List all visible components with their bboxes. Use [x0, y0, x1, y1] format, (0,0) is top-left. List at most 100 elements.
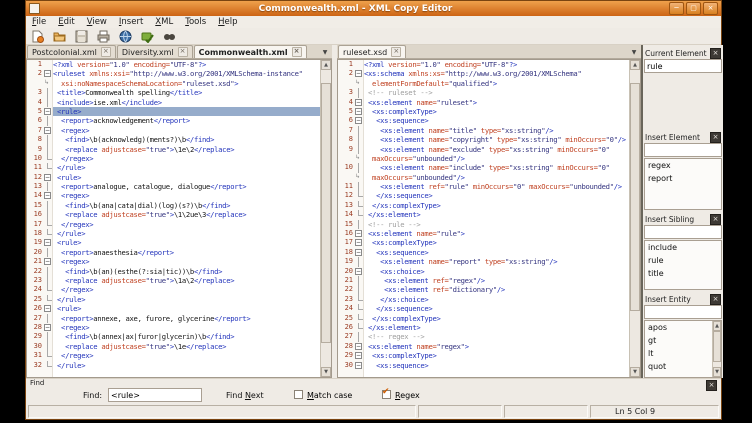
fold-toggle-icon[interactable]: − [44, 305, 51, 312]
list-item[interactable]: quot [645, 360, 721, 373]
code-text: </xs:choice> [364, 295, 640, 304]
list-item[interactable]: regex [645, 159, 721, 172]
code-token: /> [614, 182, 622, 191]
fold-toggle-icon[interactable]: − [355, 352, 362, 359]
fold-toggle-icon[interactable]: − [355, 343, 362, 350]
match-case-checkbox[interactable]: ✔ [294, 390, 303, 399]
fold-toggle-icon[interactable]: − [44, 192, 51, 199]
menu-xml[interactable]: XML [149, 17, 179, 27]
window-title: Commonwealth.xml - XML Copy Editor [44, 4, 667, 14]
fold-toggle-icon[interactable]: − [355, 99, 362, 106]
menu-edit[interactable]: Edit [52, 17, 80, 27]
tab-close-icon[interactable]: × [178, 47, 188, 57]
fold-toggle-icon[interactable]: − [44, 70, 51, 77]
fold-toggle-icon[interactable]: − [44, 258, 51, 265]
menu-view[interactable]: View [81, 17, 113, 27]
fold-toggle-icon[interactable]: − [355, 239, 362, 246]
vertical-scrollbar[interactable]: ▲▼ [629, 60, 640, 377]
fold-margin: ↳ [354, 154, 364, 163]
panel-close-icon[interactable]: × [710, 294, 721, 305]
menu-file[interactable]: File [26, 17, 52, 27]
regex-checkbox[interactable]: ✔ [382, 390, 391, 399]
title-bar[interactable]: Commonwealth.xml - XML Copy Editor ─ ▢ × [26, 1, 721, 16]
vertical-scrollbar[interactable]: ▲▼ [320, 60, 331, 377]
open-folder-button[interactable] [52, 29, 67, 43]
scroll-up-icon[interactable]: ▲ [321, 60, 331, 70]
fold-toggle-icon[interactable]: − [355, 108, 362, 115]
code-token: "qualified" [449, 79, 493, 88]
find-input[interactable] [108, 388, 202, 402]
right-editor[interactable]: 1<?xml version="1.0" encoding="UTF-8"?>2… [337, 59, 641, 378]
close-button[interactable]: × [703, 2, 718, 15]
fold-margin [43, 60, 53, 69]
code-token: <find> [53, 267, 89, 276]
maximize-button[interactable]: ▢ [686, 2, 701, 15]
fold-toggle-icon[interactable]: − [355, 117, 362, 124]
line-number: 22 [338, 285, 354, 294]
list-item[interactable]: report [645, 172, 721, 185]
tab-list-dropdown-icon[interactable]: ▼ [629, 49, 639, 56]
list-item[interactable]: lt [645, 347, 721, 360]
menu-insert[interactable]: Insert [113, 17, 149, 27]
insert-element-input[interactable] [644, 143, 722, 157]
scrollbar-thumb[interactable] [713, 331, 721, 362]
list-item[interactable]: apos [645, 321, 721, 334]
fold-toggle-icon[interactable]: − [44, 127, 51, 134]
globe-button[interactable] [118, 29, 133, 43]
binoculars-button[interactable] [162, 29, 177, 43]
list-item[interactable]: title [645, 267, 721, 280]
scrollbar-thumb[interactable] [630, 83, 640, 311]
minimize-button[interactable]: ─ [669, 2, 684, 15]
menu-tools[interactable]: Tools [179, 17, 212, 27]
scroll-down-icon[interactable]: ▼ [630, 367, 640, 377]
tab-ruleset-xsd[interactable]: ruleset.xsd× [338, 45, 406, 58]
panel-close-icon[interactable]: × [710, 48, 721, 59]
insert-sibling-input[interactable] [644, 225, 722, 239]
fold-toggle-icon[interactable]: − [355, 268, 362, 275]
code-token: <ruleset [53, 69, 89, 78]
fold-toggle-icon[interactable]: − [44, 324, 51, 331]
tab-diversity-xml[interactable]: Diversity.xml× [117, 45, 193, 58]
list-item[interactable]: gt [645, 334, 721, 347]
tab-list-dropdown-icon[interactable]: ▼ [320, 49, 330, 56]
scroll-up-icon[interactable]: ▲ [713, 321, 721, 331]
tab-commonwealth-xml[interactable]: Commonwealth.xml× [194, 45, 307, 58]
tab-close-icon[interactable]: × [292, 47, 302, 57]
tab-label: Postcolonial.xml [32, 48, 97, 57]
menu-help[interactable]: Help [212, 17, 243, 27]
scroll-up-icon[interactable]: ▲ [630, 60, 640, 70]
scroll-down-icon[interactable]: ▼ [321, 367, 331, 377]
tab-postcolonial-xml[interactable]: Postcolonial.xml × [27, 45, 116, 58]
list-item[interactable]: include [645, 241, 721, 254]
tab-close-icon[interactable]: × [101, 47, 111, 57]
fold-toggle-icon[interactable]: − [44, 174, 51, 181]
panel-close-icon[interactable]: × [710, 214, 721, 225]
fold-toggle-icon[interactable]: − [355, 70, 362, 77]
find-next-button[interactable]: Find Next [226, 391, 264, 400]
code-line: 5− <xs:complexType> [338, 107, 640, 116]
code-line: 15 <find>\b(ana|cata|dial)(log)(s?)\b</f… [27, 201, 331, 210]
current-element-input[interactable] [644, 59, 722, 73]
list-scrollbar[interactable]: ▲▼ [712, 321, 721, 377]
regex-label: Regex [395, 391, 420, 400]
code-line: 30 <replace adjustcase="true">\1e</repla… [27, 342, 331, 351]
new-document-button[interactable] [30, 29, 45, 43]
scroll-down-icon[interactable]: ▼ [713, 367, 721, 377]
print-button[interactable] [96, 29, 111, 43]
list-item[interactable]: rule [645, 254, 721, 267]
find-label: Find: [83, 391, 102, 400]
save-button[interactable] [74, 29, 89, 43]
scrollbar-thumb[interactable] [321, 83, 331, 343]
fold-toggle-icon[interactable]: − [355, 249, 362, 256]
insert-entity-input[interactable] [644, 305, 722, 319]
spell-check-button[interactable] [140, 29, 155, 43]
tab-close-icon[interactable]: × [391, 47, 401, 57]
line-number: 5 [338, 107, 354, 116]
fold-toggle-icon[interactable]: − [355, 230, 362, 237]
left-editor[interactable]: 1<?xml version="1.0" encoding="UTF-8"?>2… [26, 59, 332, 378]
code-text: <xs:complexType> [364, 351, 640, 360]
fold-toggle-icon[interactable]: − [44, 239, 51, 246]
panel-close-icon[interactable]: × [710, 132, 721, 143]
fold-toggle-icon[interactable]: − [355, 362, 362, 369]
fold-toggle-icon[interactable]: − [44, 108, 51, 115]
